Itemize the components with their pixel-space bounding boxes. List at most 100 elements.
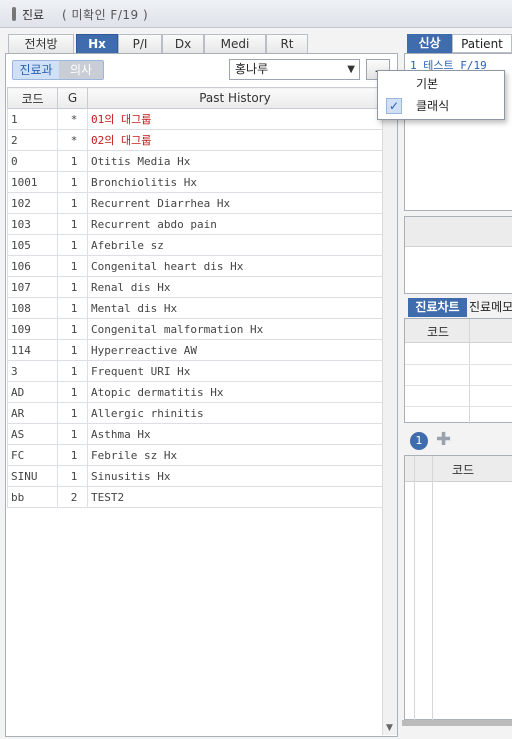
cell-code: 107 bbox=[7, 276, 58, 298]
menu-item-classic[interactable]: ✓ 클래식 bbox=[378, 95, 504, 117]
cell-g: 2 bbox=[57, 486, 88, 508]
table-row[interactable]: 2 * 02의 대그룹 bbox=[7, 129, 383, 151]
cell-history: Febrile sz Hx bbox=[87, 444, 383, 466]
table-row[interactable]: 3 1 Frequent URI Hx bbox=[7, 360, 383, 382]
cell-history: Congenital malformation Hx bbox=[87, 318, 383, 340]
menu-item-basic-label: 기본 bbox=[416, 77, 439, 91]
table-row[interactable]: 1001 1 Bronchiolitis Hx bbox=[7, 171, 383, 193]
cell-code: AR bbox=[7, 402, 58, 424]
tab-patient[interactable]: Patient bbox=[452, 34, 512, 53]
col-header-code[interactable]: 코드 bbox=[7, 87, 58, 109]
cell-code: 102 bbox=[7, 192, 58, 214]
cell-g: 1 bbox=[57, 297, 88, 319]
toggle-doctor[interactable]: 의사 bbox=[59, 61, 103, 79]
horizontal-scrollbar[interactable] bbox=[402, 720, 512, 726]
tab-prev-prescription[interactable]: 전처방 bbox=[8, 34, 74, 53]
table-row[interactable]: 1 * 01의 대그룹 bbox=[7, 108, 383, 130]
tab-rt[interactable]: Rt bbox=[266, 34, 308, 53]
cell-code: bb bbox=[7, 486, 58, 508]
doctor-select[interactable]: 홍나루 ▼ bbox=[229, 59, 360, 80]
order-grid-col-code[interactable]: 코드 bbox=[452, 461, 474, 478]
style-popup-menu: 기본 ✓ 클래식 bbox=[377, 70, 505, 120]
vertical-scrollbar[interactable]: ▼ bbox=[382, 87, 397, 735]
cell-g: 1 bbox=[57, 423, 88, 445]
table-row[interactable]: 105 1 Afebrile sz bbox=[7, 234, 383, 256]
cell-history: Allergic rhinitis bbox=[87, 402, 383, 424]
cell-g: 1 bbox=[57, 360, 88, 382]
cell-history: Frequent URI Hx bbox=[87, 360, 383, 382]
cell-g: 1 bbox=[57, 192, 88, 214]
cell-history: Recurrent Diarrhea Hx bbox=[87, 192, 383, 214]
chevron-down-icon[interactable]: ▼ bbox=[347, 60, 355, 79]
table-row[interactable]: 103 1 Recurrent abdo pain bbox=[7, 213, 383, 235]
table-row[interactable]: SINU 1 Sinusitis Hx bbox=[7, 465, 383, 487]
table-row[interactable]: 114 1 Hyperreactive AW bbox=[7, 339, 383, 361]
title-bar: 진료 ( 미확인 F/19 ) bbox=[0, 0, 512, 28]
cell-code: SINU bbox=[7, 465, 58, 487]
table-row[interactable]: 109 1 Congenital malformation Hx bbox=[7, 318, 383, 340]
order-grid: 코드 bbox=[404, 455, 512, 721]
info-panel bbox=[404, 216, 512, 294]
cell-g: 1 bbox=[57, 213, 88, 235]
cell-g: 1 bbox=[57, 381, 88, 403]
table-row[interactable]: AD 1 Atopic dermatitis Hx bbox=[7, 381, 383, 403]
table-row[interactable]: bb 2 TEST2 bbox=[7, 486, 383, 508]
grid-line bbox=[405, 364, 512, 365]
cell-code: 109 bbox=[7, 318, 58, 340]
tab-chart[interactable]: 진료차트 bbox=[408, 298, 467, 317]
cell-history: Otitis Media Hx bbox=[87, 150, 383, 172]
cell-g: 1 bbox=[57, 255, 88, 277]
cell-code: 2 bbox=[7, 129, 58, 151]
cell-code: 1001 bbox=[7, 171, 58, 193]
cell-history: Bronchiolitis Hx bbox=[87, 171, 383, 193]
grid-divider bbox=[414, 456, 415, 721]
tab-memo[interactable]: 진료메모 bbox=[469, 298, 512, 317]
cell-history: Mental dis Hx bbox=[87, 297, 383, 319]
grip-icon[interactable] bbox=[12, 7, 16, 21]
cell-code: 114 bbox=[7, 339, 58, 361]
table-row[interactable]: 102 1 Recurrent Diarrhea Hx bbox=[7, 192, 383, 214]
window-title: 진료 bbox=[22, 8, 45, 22]
col-header-g[interactable]: G bbox=[57, 87, 88, 109]
menu-item-basic[interactable]: 기본 bbox=[378, 73, 504, 95]
tab-dx[interactable]: Dx bbox=[162, 34, 204, 53]
cell-code: 105 bbox=[7, 234, 58, 256]
table-row[interactable]: 107 1 Renal dis Hx bbox=[7, 276, 383, 298]
dept-doctor-toggle[interactable]: 진료과 의사 bbox=[12, 60, 104, 80]
plus-icon[interactable]: ✚ bbox=[436, 431, 454, 449]
table-row[interactable]: AR 1 Allergic rhinitis bbox=[7, 402, 383, 424]
cell-g: * bbox=[57, 108, 88, 130]
chart-grid-col-code[interactable]: 코드 bbox=[427, 323, 449, 340]
grid-line bbox=[405, 385, 512, 386]
cell-history: Recurrent abdo pain bbox=[87, 213, 383, 235]
tab-hx[interactable]: Hx bbox=[76, 34, 118, 53]
cell-history: Sinusitis Hx bbox=[87, 465, 383, 487]
cell-history: Renal dis Hx bbox=[87, 276, 383, 298]
cell-g: 1 bbox=[57, 234, 88, 256]
cell-history: Afebrile sz bbox=[87, 234, 383, 256]
cell-code: 103 bbox=[7, 213, 58, 235]
scroll-down-icon[interactable]: ▼ bbox=[386, 723, 393, 733]
chart-grid: 코드 bbox=[404, 318, 512, 424]
cell-g: 1 bbox=[57, 465, 88, 487]
tab-profile[interactable]: 신상 bbox=[407, 34, 452, 53]
cell-code: FC bbox=[7, 444, 58, 466]
table-row[interactable]: 106 1 Congenital heart dis Hx bbox=[7, 255, 383, 277]
cell-history: Hyperreactive AW bbox=[87, 339, 383, 361]
cell-history: Atopic dermatitis Hx bbox=[87, 381, 383, 403]
col-header-history[interactable]: Past History bbox=[87, 87, 383, 109]
chart-grid-header: 코드 bbox=[405, 319, 512, 343]
cell-history: 01의 대그룹 bbox=[87, 108, 383, 130]
table-row[interactable]: 108 1 Mental dis Hx bbox=[7, 297, 383, 319]
table-row[interactable]: 0 1 Otitis Media Hx bbox=[7, 150, 383, 172]
count-badge[interactable]: 1 bbox=[410, 432, 428, 450]
window-subtitle: ( 미확인 F/19 ) bbox=[62, 8, 149, 22]
toggle-dept[interactable]: 진료과 bbox=[13, 61, 59, 79]
tab-pi[interactable]: P/I bbox=[118, 34, 162, 53]
check-icon: ✓ bbox=[386, 98, 402, 114]
cell-code: 3 bbox=[7, 360, 58, 382]
tab-medi[interactable]: Medi bbox=[204, 34, 266, 53]
grid-divider bbox=[432, 456, 433, 721]
table-row[interactable]: FC 1 Febrile sz Hx bbox=[7, 444, 383, 466]
table-row[interactable]: AS 1 Asthma Hx bbox=[7, 423, 383, 445]
